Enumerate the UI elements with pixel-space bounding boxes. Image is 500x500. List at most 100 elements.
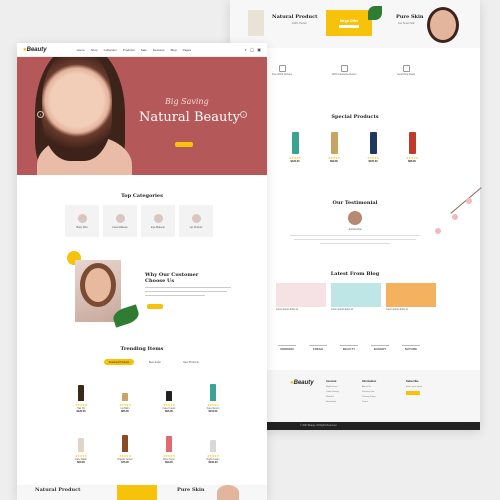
nav-item[interactable]: Blog xyxy=(171,48,177,52)
search-icon[interactable]: ⌕ xyxy=(244,47,246,52)
banner-title-left: Natural Product xyxy=(35,487,81,493)
testimonial-name: Jessica Doe xyxy=(348,228,362,231)
product-card[interactable]: ★★★★★ Lip Balm $85.00 xyxy=(106,373,144,417)
footer-logo[interactable]: ●Beauty xyxy=(290,380,314,386)
tab-featured[interactable]: Featured Products xyxy=(104,359,134,365)
product-card[interactable]: ★★★★★ Rose Toner $90.00 xyxy=(150,424,188,468)
footer-col-subscribe: Subscribe Enter your email xyxy=(406,380,422,395)
copyright-bar: © 2024 Beauty. All Rights Reserved. xyxy=(230,422,480,430)
blog-image xyxy=(386,283,436,307)
nav-item[interactable]: Products xyxy=(123,48,135,52)
mega-offer-banner[interactable] xyxy=(117,485,157,500)
blog-card[interactable]: Lorem ipsum dolor sit xyxy=(386,283,436,311)
hero-title: Natural Beauty xyxy=(139,110,240,125)
return-icon xyxy=(340,65,348,72)
why-text xyxy=(145,291,227,292)
front-page: ●Beauty Home Shop Collection Products Sa… xyxy=(17,43,267,500)
rating-stars: ★★★★★ xyxy=(119,454,131,458)
product-image xyxy=(111,373,139,401)
read-more-button[interactable] xyxy=(147,304,163,309)
nav-item[interactable]: Sale xyxy=(141,48,147,52)
user-icon[interactable]: ◯ xyxy=(250,47,254,52)
category-card[interactable]: Eye Makeup xyxy=(141,205,175,237)
promo-banners: Natural Product 100% Herbal Mega Offer P… xyxy=(230,0,480,48)
brand-logo[interactable]: BAKERY xyxy=(371,345,389,351)
footer: ●Beauty Account My Account Order History… xyxy=(230,370,480,422)
truck-icon xyxy=(278,65,286,72)
footer-col-info: Information About Us Delivery Info Priva… xyxy=(362,380,377,403)
product-card[interactable]: ★★★★★ Face Cream $95.00 xyxy=(150,373,188,417)
category-card[interactable]: Lip Product xyxy=(179,205,213,237)
shop-now-button[interactable] xyxy=(175,142,193,147)
why-image xyxy=(75,260,121,322)
category-list: Body Mist Face Makeup Eye Makeup Lip Pro… xyxy=(65,205,213,237)
product-price: $110.00 xyxy=(208,410,218,413)
testimonial-title: Our Testimonial xyxy=(332,200,378,206)
product-image xyxy=(111,424,139,452)
main-nav: Home Shop Collection Products Sale Featu… xyxy=(77,48,191,52)
nav-item[interactable]: Features xyxy=(153,48,165,52)
hero-subtitle: Big Saving xyxy=(165,97,209,106)
site-logo[interactable]: ●Beauty xyxy=(23,47,47,53)
blog-card[interactable]: Lorem ipsum dolor sit xyxy=(331,283,381,311)
subscribe-input[interactable]: Enter your email xyxy=(406,386,422,388)
brand-logos: MODERN FRESH BEAUTY BAKERY NATURE xyxy=(278,345,420,351)
product-card[interactable]: ★★★★★ $120.00 xyxy=(278,126,312,174)
product-image xyxy=(67,373,95,401)
chevron-left-icon[interactable]: ‹ xyxy=(37,111,44,118)
deal-icon xyxy=(402,65,410,72)
product-card[interactable]: ★★★★★ Face Wash $60.00 xyxy=(62,424,100,468)
product-card[interactable]: ★★★★★ Hair Oil $120.00 xyxy=(62,373,100,417)
product-card[interactable]: ★★★★★ Face Serum $110.00 xyxy=(194,373,232,417)
footer-col-account: Account My Account Order History Wishlis… xyxy=(326,380,340,403)
model-portrait xyxy=(430,10,456,40)
eye-icon xyxy=(153,213,163,223)
testimonial-text xyxy=(294,239,416,240)
categories-title: Top Categories xyxy=(121,193,163,199)
product-image xyxy=(155,424,183,452)
rating-stars: ★★★★★ xyxy=(163,454,175,458)
product-card[interactable]: ★★★★★ $105.00 xyxy=(356,126,390,174)
trending-title: Trending Items xyxy=(120,346,164,352)
banner-sub-right: Get Smart Skin xyxy=(398,22,415,25)
blog-card[interactable]: Lorem ipsum dolor sit xyxy=(276,283,326,311)
features-row: Free World Delivery 100% Guarantee Retur… xyxy=(262,65,426,76)
brand-logo[interactable]: BEAUTY xyxy=(340,345,358,351)
hero-banner: Big Saving Natural Beauty ‹ › xyxy=(17,57,267,175)
why-text xyxy=(145,287,231,288)
brand-logo[interactable]: FRESH xyxy=(309,345,327,351)
subscribe-button[interactable] xyxy=(406,391,420,395)
product-tabs: Featured Products Best Seller New Produc… xyxy=(104,359,206,365)
product-card[interactable]: ★★★★★ $88.00 xyxy=(395,126,429,174)
product-card[interactable]: ★★★★★ $99.00 xyxy=(317,126,351,174)
category-card[interactable]: Body Mist xyxy=(65,205,99,237)
category-card[interactable]: Face Makeup xyxy=(103,205,137,237)
brand-logo[interactable]: NATURE xyxy=(402,345,420,351)
special-products-grid: ★★★★★ $120.00 ★★★★★ $99.00 ★★★★★ $105.00 ★★… xyxy=(278,126,429,174)
product-card[interactable]: ★★★★★ Organic Serum $75.00 xyxy=(106,424,144,468)
brand-logo[interactable]: MODERN xyxy=(278,345,296,351)
rating-stars: ★★★★★ xyxy=(75,454,87,458)
cart-icon[interactable]: ▣ xyxy=(257,47,261,52)
chevron-right-icon[interactable]: › xyxy=(240,111,247,118)
nav-item[interactable]: Collection xyxy=(104,48,117,52)
nav-item[interactable]: Shop xyxy=(91,48,98,52)
why-text xyxy=(145,295,205,296)
tab-best-seller[interactable]: Best Seller xyxy=(140,359,170,365)
special-products-title: Special Products xyxy=(331,114,379,120)
banner-title-left: Natural Product xyxy=(272,14,318,20)
shop-now-button[interactable] xyxy=(339,24,359,28)
nav-item[interactable]: Pages xyxy=(183,48,192,52)
nav-item[interactable]: Home xyxy=(77,48,85,52)
tab-new[interactable]: New Products xyxy=(176,359,206,365)
blog-title: Latest From Blog xyxy=(330,271,380,277)
feature-item: Free World Delivery xyxy=(262,65,302,76)
mega-offer-banner[interactable]: Mega Offer xyxy=(326,10,372,36)
why-title: Why Our Customer Choose Us xyxy=(145,272,199,284)
product-card[interactable]: ★★★★★ Night Cream $130.00 xyxy=(194,424,232,468)
bottom-banners: Natural Product Pure Skin xyxy=(17,485,267,500)
rating-stars: ★★★★★ xyxy=(207,403,219,407)
banner-title-right: Pure Skin xyxy=(177,487,205,493)
product-image xyxy=(291,132,299,154)
leaf-icon xyxy=(368,6,382,20)
